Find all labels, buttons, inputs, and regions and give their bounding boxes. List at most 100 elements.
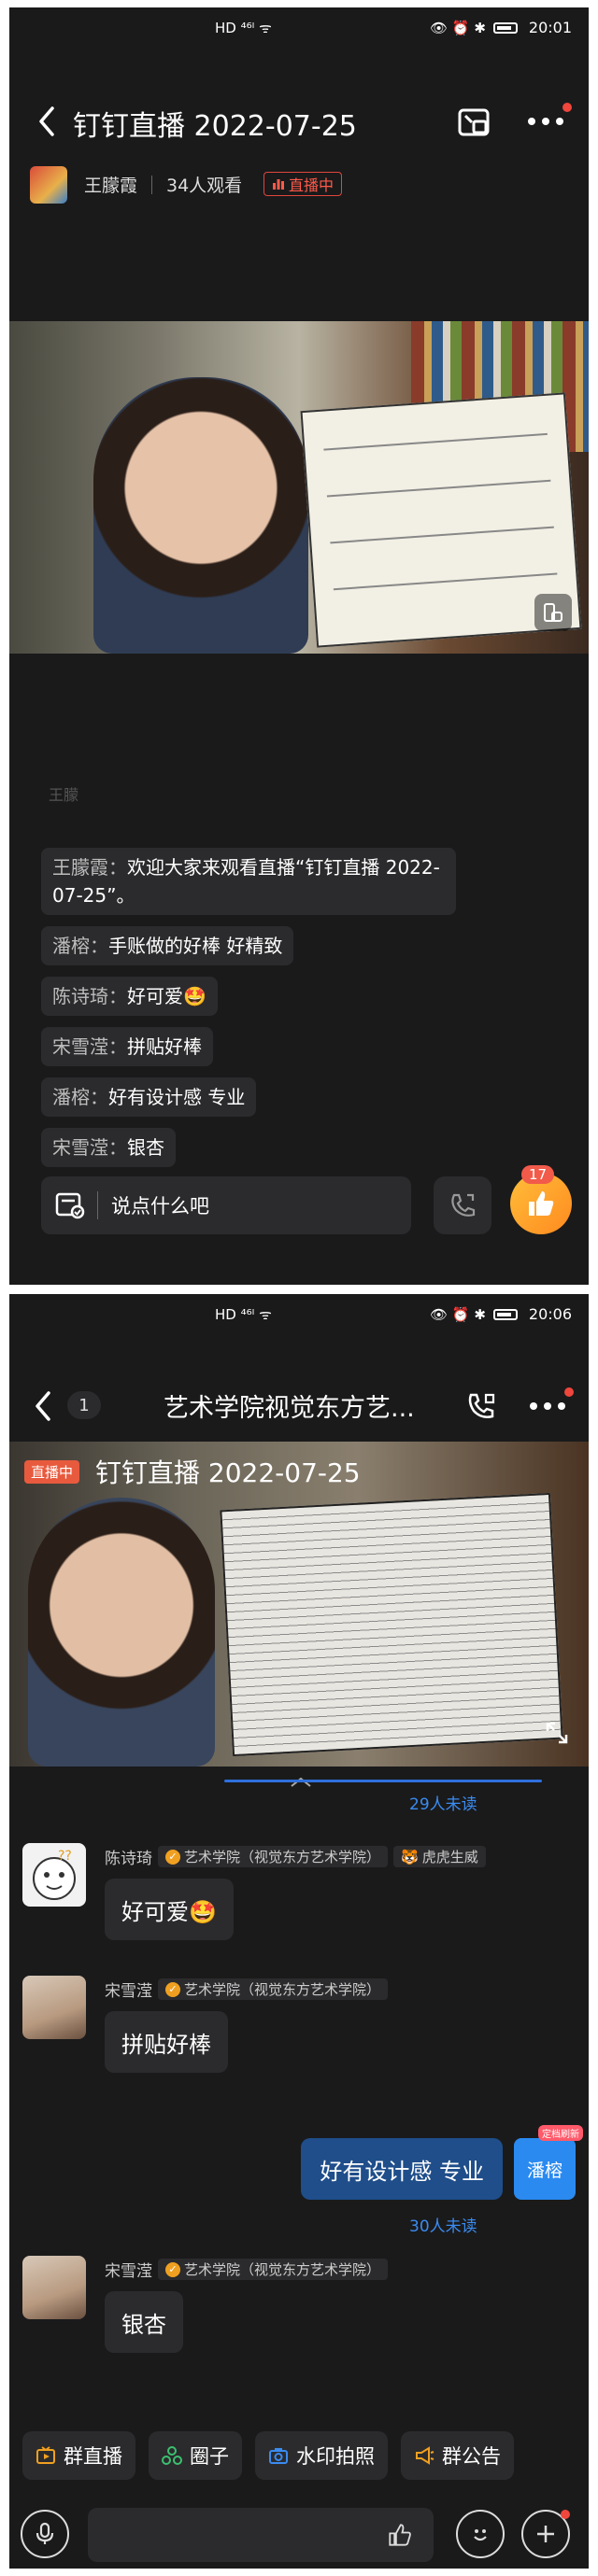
notification-dot (561, 2510, 570, 2519)
battery-icon (492, 21, 518, 34)
unread-count[interactable]: 29人未读 (409, 1791, 477, 1814)
verified-icon: ✓ (165, 1981, 180, 1997)
avatar[interactable] (22, 2256, 86, 2319)
my-message-bubble[interactable]: 好有设计感 专业 (301, 2138, 503, 2200)
quick-like-button[interactable] (387, 2522, 413, 2552)
call-button[interactable] (463, 1387, 501, 1425)
live-status-badge: 直播中 (263, 172, 343, 196)
emoji-button[interactable] (456, 2510, 505, 2558)
sender-line: 宋雪滢 ✓ 艺术学院（视觉东方艺术学院） (105, 2258, 389, 2281)
my-avatar[interactable]: 潘榕 (514, 2138, 576, 2200)
group-live-button[interactable]: 群直播 (22, 2431, 135, 2480)
expand-icon (546, 1722, 568, 1744)
status-right: 👁 ⏰ ✱ 20:06 (430, 1305, 572, 1323)
group-chat-screen: HD ⁴⁶ᴵ ᯤ 👁 ⏰ ✱ 20:06 1 艺术学院视觉东方艺... 直播中 … (9, 1294, 589, 2569)
tiger-icon: 🐯 (401, 1848, 419, 1865)
like-count-badge: 17 (521, 1165, 555, 1184)
thumbs-up-outline-icon (389, 2524, 411, 2546)
watermark-camera-button[interactable]: 水印拍照 (255, 2431, 388, 2480)
presenter (28, 1498, 215, 1767)
signal-icons: HD ⁴⁶ᴵ ᯤ (215, 1306, 272, 1323)
sender-name[interactable]: 陈诗琦 (105, 1845, 152, 1868)
megaphone-icon (416, 2446, 434, 2465)
microphone-icon (36, 2522, 54, 2544)
more-actions-button[interactable] (521, 2510, 570, 2558)
group-notice-button[interactable]: 群公告 (401, 2431, 514, 2480)
divider (151, 176, 152, 194)
message-bubble[interactable]: 好可爱🤩 (105, 1879, 234, 1940)
viewer-count: 34人观看 (166, 176, 243, 196)
collapse-video-button[interactable] (290, 1774, 312, 1792)
comment-input[interactable]: 说点什么吧 (41, 1176, 411, 1234)
voice-input-button[interactable] (21, 2510, 69, 2558)
rotate-screen-button[interactable] (534, 594, 572, 631)
avatar-cartoon-icon: ?? (33, 1849, 76, 1900)
back-button[interactable] (32, 103, 62, 140)
sender-line: 陈诗琦 ✓ 艺术学院（视觉东方艺术学院） 🐯 虎虎生威 (105, 1845, 486, 1868)
status-left: HD ⁴⁶ᴵ ᯤ (215, 1305, 272, 1324)
status-bar: HD ⁴⁶ᴵ ᯤ 👁 ⏰ ✱ 20:01 (9, 7, 589, 49)
more-dots-icon (528, 118, 563, 125)
phone-video-icon (468, 1393, 495, 1418)
camera-icon (269, 2448, 288, 2464)
picture-in-picture-button[interactable] (456, 106, 493, 140)
live-status-badge: 直播中 (24, 1460, 80, 1484)
status-icons: 👁 ⏰ ✱ (430, 19, 486, 36)
avatar[interactable]: ?? (22, 1843, 86, 1907)
message-input-bar (9, 2499, 589, 2569)
host-avatar[interactable] (30, 166, 67, 204)
thumbs-up-icon (529, 1191, 554, 1216)
chat-message: 王朦霞：欢迎大家来观看直播“钉钉直播 2022-07-25”。 (41, 848, 456, 915)
message-input[interactable] (88, 2508, 434, 2562)
live-title: 钉钉直播 2022-07-25 (95, 1457, 361, 1488)
back-button[interactable] (28, 1387, 58, 1425)
message-bubble[interactable]: 拼贴好棒 (105, 2011, 228, 2073)
org-tag: ✓ 艺术学院（视觉东方艺术学院） (158, 1846, 389, 1867)
chevron-left-icon (36, 1391, 50, 1421)
group-title[interactable]: 艺术学院视觉东方艺... (164, 1387, 415, 1424)
compose-icon (55, 1192, 85, 1219)
org-tag: ✓ 艺术学院（视觉东方艺术学院） (158, 1978, 389, 2000)
status-time: 20:01 (528, 19, 572, 36)
verified-icon: ✓ (165, 2261, 180, 2277)
status-left: HD ⁴⁶ᴵ ᯤ (215, 19, 272, 37)
plus-icon (537, 2526, 554, 2542)
call-in-button[interactable] (434, 1176, 491, 1234)
more-button[interactable] (527, 1387, 574, 1417)
more-button[interactable] (525, 103, 572, 133)
status-icons: 👁 ⏰ ✱ (430, 1305, 486, 1323)
status-bar: HD ⁴⁶ᴵ ᯤ 👁 ⏰ ✱ 20:06 (9, 1294, 589, 1335)
status-time: 20:06 (528, 1305, 572, 1323)
live-video[interactable] (9, 321, 589, 654)
rotate-icon (544, 603, 562, 622)
live-viewer-screen: HD ⁴⁶ᴵ ᯤ 👁 ⏰ ✱ 20:01 钉钉直播 2022-07-25 王朦霞… (9, 7, 589, 1285)
page-title: 钉钉直播 2022-07-25 (73, 110, 357, 143)
handmade-newspaper (220, 1492, 563, 1757)
expand-button[interactable] (540, 1716, 574, 1750)
tv-icon (36, 2446, 55, 2464)
phone-link-icon (451, 1193, 476, 1217)
host-name[interactable]: 王朦霞 (84, 172, 137, 197)
circle-group-icon (162, 2446, 182, 2465)
notification-dot (564, 1387, 574, 1397)
status-tag: 🐯 虎虎生威 (393, 1846, 486, 1867)
circle-button[interactable]: 圈子 (149, 2431, 242, 2480)
unread-count[interactable]: 30人未读 (409, 2213, 477, 2236)
verified-icon: ✓ (165, 1849, 180, 1865)
comment-placeholder: 说点什么吧 (97, 1191, 209, 1219)
sender-name[interactable]: 宋雪滢 (105, 2258, 152, 2281)
unread-progress-bar (224, 1780, 542, 1782)
org-tag: ✓ 艺术学院（视觉东方艺术学院） (158, 2259, 389, 2280)
tool-label: 群公告 (442, 2445, 501, 2468)
chat-message: 陈诗琦：好可爱🤩 (41, 977, 218, 1016)
sender-name[interactable]: 宋雪滢 (105, 1978, 152, 2001)
chat-message: 潘榕：手账做的好棒 好精致 (41, 926, 294, 965)
floating-live-video[interactable]: 直播中 钉钉直播 2022-07-25 (9, 1442, 589, 1767)
signal-icons: HD ⁴⁶ᴵ ᯤ (215, 20, 272, 36)
message-bubble[interactable]: 银杏 (105, 2291, 183, 2353)
unread-conversations-badge[interactable]: 1 (67, 1391, 101, 1419)
avatar[interactable] (22, 1976, 86, 2039)
quick-actions-toolbar: 群直播 圈子 水印拍照 群公告 (22, 2431, 514, 2480)
live-bars-icon (273, 179, 284, 190)
tool-label: 水印拍照 (296, 2445, 375, 2468)
